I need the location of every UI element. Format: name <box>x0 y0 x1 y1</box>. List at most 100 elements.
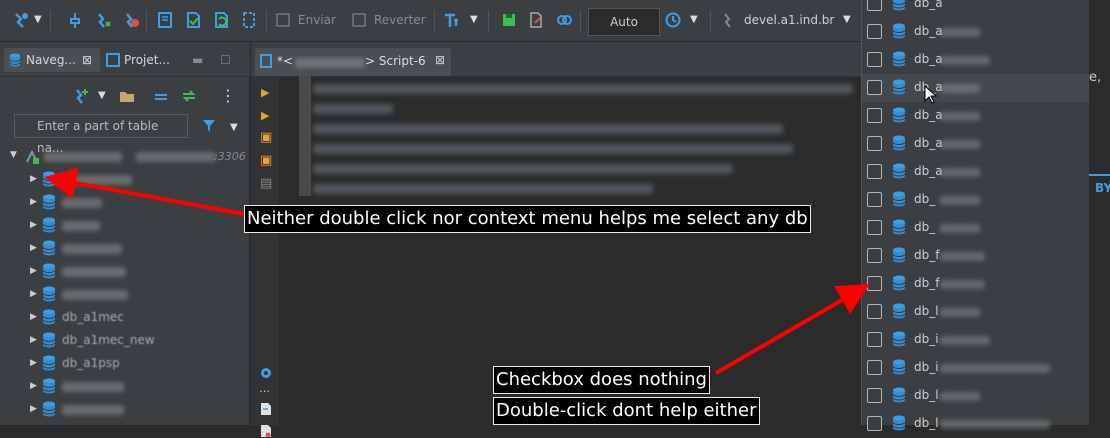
database-checkbox[interactable] <box>867 360 882 375</box>
sql-editor-icon[interactable] <box>156 11 174 29</box>
export-icon[interactable] <box>260 402 272 416</box>
tree-item-database[interactable]: ▶ db_a1mec <box>0 307 250 330</box>
database-list-item[interactable]: db_a <box>862 102 1090 130</box>
tree-item-database[interactable]: ▶ db_a1mec_new <box>0 330 250 353</box>
tree-item-database[interactable]: ▶ <box>0 169 250 192</box>
history-icon[interactable] <box>664 11 682 29</box>
new-folder-icon[interactable] <box>118 87 136 105</box>
database-list-item[interactable]: db_a <box>862 0 1090 18</box>
save-icon[interactable] <box>500 11 518 29</box>
database-checkbox[interactable] <box>867 80 882 95</box>
link-with-editor-icon[interactable] <box>180 87 198 105</box>
database-list-item[interactable]: db_l <box>862 382 1090 410</box>
send-button[interactable]: Enviar <box>298 13 336 27</box>
tree-item-database[interactable]: ▶ <box>0 376 250 399</box>
new-connection-icon[interactable] <box>12 11 30 29</box>
database-checkbox[interactable] <box>867 164 882 179</box>
tab-navigator[interactable]: Naveg... ⊠ <box>4 48 100 72</box>
expand-icon[interactable]: ▶ <box>30 312 37 322</box>
database-list-item[interactable]: db_i <box>862 326 1090 354</box>
expand-icon[interactable]: ▶ <box>30 220 37 230</box>
expand-icon[interactable]: ▶ <box>30 266 37 276</box>
close-results-icon[interactable] <box>260 424 272 438</box>
tree-item-database[interactable]: ▶ <box>0 284 250 307</box>
database-list-item[interactable]: db_l <box>862 410 1090 438</box>
new-connection-dropdown-icon[interactable]: ▼ <box>98 90 106 101</box>
execute-in-new-tab-icon[interactable]: ▶ <box>261 109 269 122</box>
database-list-item[interactable]: db_f <box>862 242 1090 270</box>
more-icon[interactable]: … <box>259 382 270 395</box>
execute-script-new-tabs-icon[interactable]: ▣ <box>260 153 272 168</box>
database-checkbox[interactable] <box>867 108 882 123</box>
tree-item-database[interactable]: ▶ <box>0 261 250 284</box>
disconnect-icon[interactable] <box>122 11 140 29</box>
database-list-item[interactable]: db_a <box>862 130 1090 158</box>
table-filter-input[interactable]: Enter a part of table na... <box>14 114 188 155</box>
database-list-item[interactable]: db_i <box>862 354 1090 382</box>
database-checkbox[interactable] <box>867 332 882 347</box>
database-checkbox[interactable] <box>867 0 882 11</box>
more-options-icon[interactable]: ⋮ <box>220 86 236 105</box>
expand-icon[interactable]: ▶ <box>30 335 37 345</box>
revert-button[interactable]: Reverter <box>374 13 426 27</box>
format-sql-icon[interactable] <box>527 11 545 29</box>
database-checkbox[interactable] <box>867 192 882 207</box>
database-checkbox[interactable] <box>867 276 882 291</box>
connection-root-node[interactable]: ▼ :3306 <box>0 146 250 169</box>
tree-item-database[interactable]: ▶ db_a1psp <box>0 353 250 376</box>
tree-item-database[interactable]: ▶ <box>0 215 250 238</box>
database-checkbox[interactable] <box>867 220 882 235</box>
history-dropdown-icon[interactable]: ▼ <box>690 14 698 25</box>
tree-item-database[interactable]: ▶ <box>0 238 250 261</box>
reconnect-icon[interactable] <box>94 11 112 29</box>
database-list-item[interactable]: db_ <box>862 214 1090 242</box>
minimize-icon[interactable]: ▬ <box>192 48 203 72</box>
close-icon[interactable]: ⊠ <box>435 53 445 67</box>
database-list-item[interactable]: db_ <box>862 186 1090 214</box>
active-connection-icon[interactable] <box>720 11 738 29</box>
transaction-mode-icon[interactable] <box>442 11 460 29</box>
rollback-icon[interactable] <box>212 11 230 29</box>
database-checkbox[interactable] <box>867 304 882 319</box>
filter-icon[interactable] <box>202 119 216 133</box>
link-editor-icon[interactable] <box>555 11 573 29</box>
auto-commit-mode-button[interactable]: Auto <box>588 8 660 36</box>
database-list-item[interactable]: db_a <box>862 46 1090 74</box>
expand-icon[interactable]: ▶ <box>30 381 37 391</box>
database-list-item[interactable]: db_l <box>862 298 1090 326</box>
expand-icon[interactable]: ▶ <box>30 174 37 184</box>
database-list-item[interactable]: db_a <box>862 18 1090 46</box>
filter-dropdown-icon[interactable]: ▼ <box>230 122 238 133</box>
expand-icon[interactable]: ▶ <box>30 289 37 299</box>
database-list-item[interactable]: db_f <box>862 270 1090 298</box>
execute-statement-icon[interactable]: ▶ <box>261 86 269 99</box>
connection-dropdown-icon[interactable]: ▼ <box>843 14 851 25</box>
collapse-all-icon[interactable] <box>152 87 170 105</box>
database-list-item[interactable]: db_a <box>862 158 1090 186</box>
new-connection-dropdown-icon[interactable]: ▼ <box>34 14 42 25</box>
transaction-mode-dropdown-icon[interactable]: ▼ <box>470 14 478 25</box>
tree-item-database[interactable]: ▶ <box>0 399 250 422</box>
database-list-item[interactable]: db_a <box>862 74 1090 102</box>
database-checkbox[interactable] <box>867 136 882 151</box>
send-icon[interactable] <box>276 13 290 27</box>
tab-projects[interactable]: Projet... <box>104 48 186 72</box>
transaction-icon[interactable] <box>240 11 258 29</box>
connect-icon[interactable] <box>66 11 84 29</box>
revert-icon[interactable] <box>352 13 366 27</box>
expand-icon[interactable]: ▶ <box>30 197 37 207</box>
database-checkbox[interactable] <box>867 248 882 263</box>
active-connection-selector[interactable]: devel.a1.ind.br <box>744 13 834 27</box>
expand-icon[interactable]: ▶ <box>30 358 37 368</box>
database-checkbox[interactable] <box>867 388 882 403</box>
database-checkbox[interactable] <box>867 24 882 39</box>
output-icon[interactable] <box>259 366 273 380</box>
maximize-icon[interactable]: ☐ <box>220 48 231 72</box>
expand-icon[interactable]: ▶ <box>30 404 37 414</box>
tree-item-database[interactable]: ▶ <box>0 192 250 215</box>
execute-script-icon[interactable]: ▣ <box>260 130 272 145</box>
expand-icon[interactable]: ▶ <box>30 243 37 253</box>
close-icon[interactable]: ⊠ <box>82 48 92 72</box>
new-connection-icon[interactable] <box>72 87 90 105</box>
explain-plan-icon[interactable]: ▤ <box>260 176 272 191</box>
